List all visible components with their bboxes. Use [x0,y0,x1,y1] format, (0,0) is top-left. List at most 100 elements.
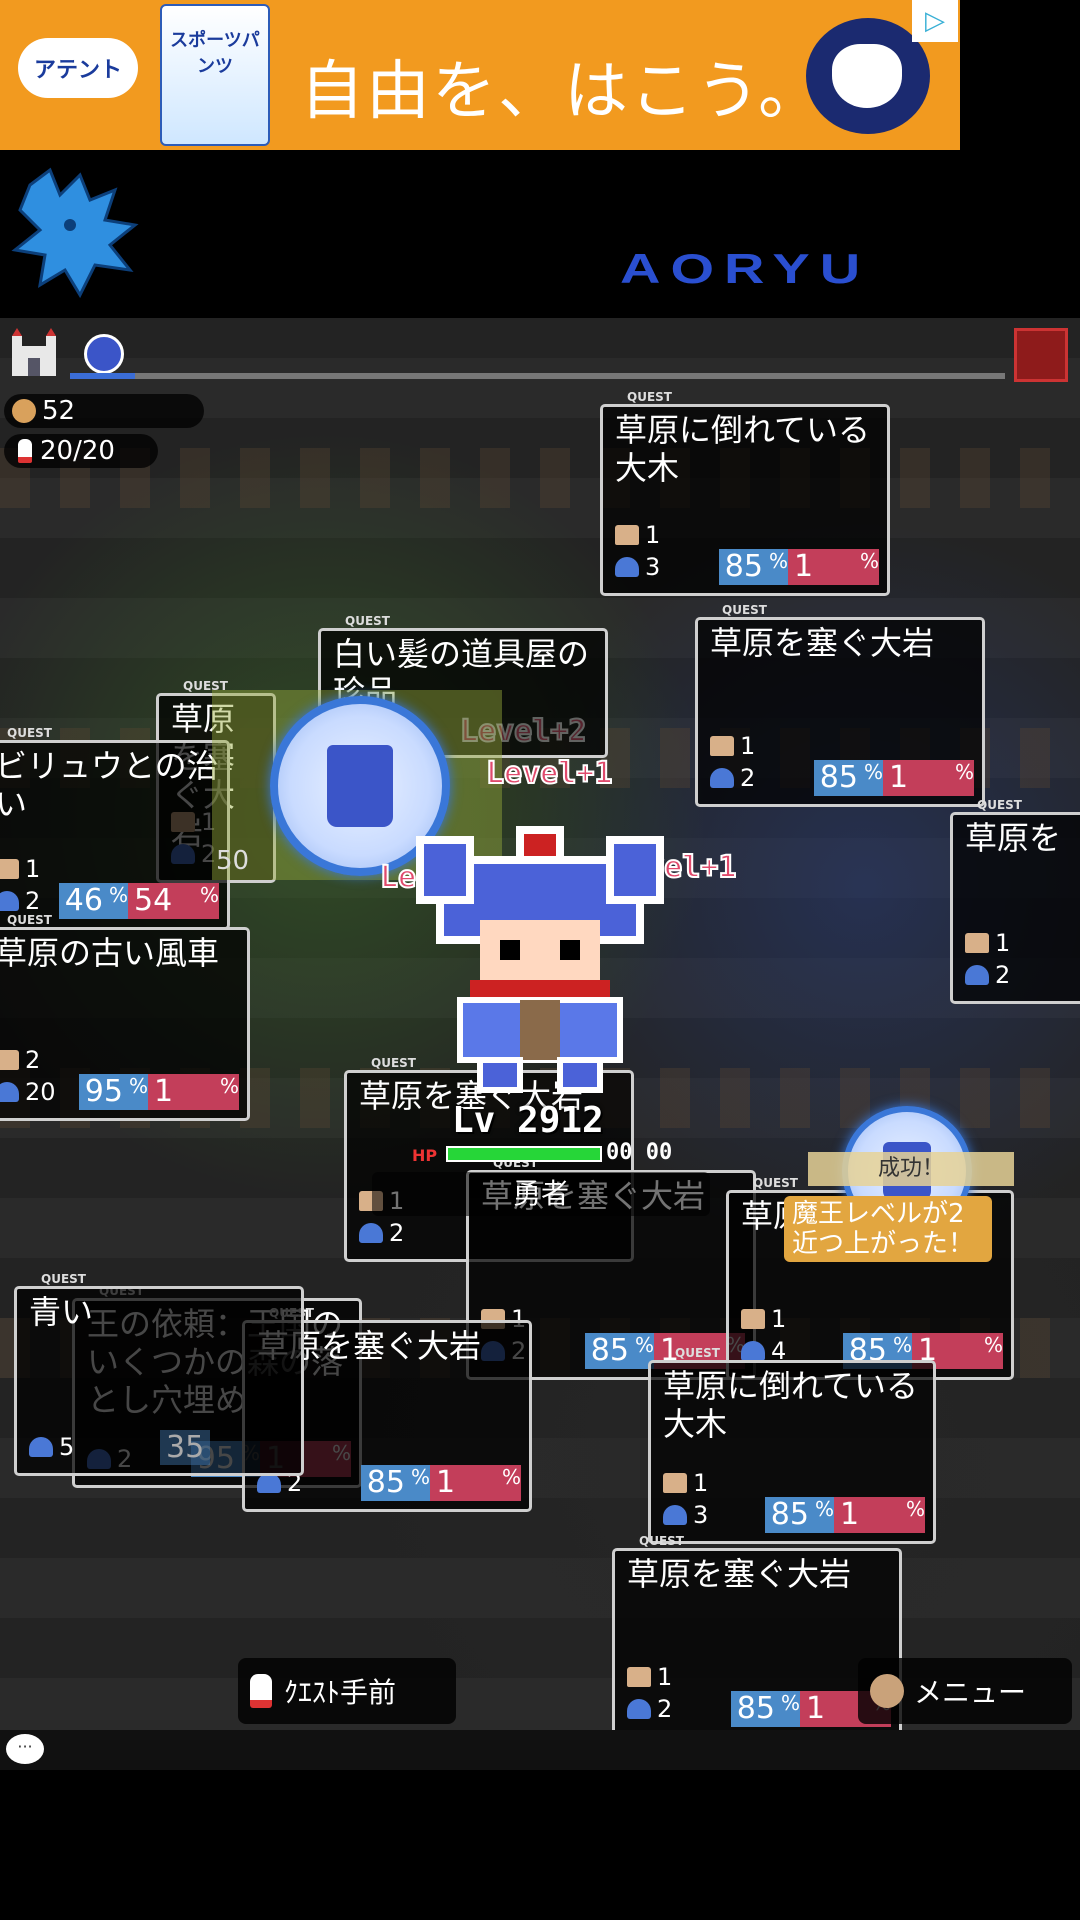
quest-counter: 20/20 [4,434,158,468]
party-size: 1 [0,855,40,883]
quest-rate: 95%1 % [78,1074,239,1110]
castle-icon [12,328,56,376]
hero-sprite-icon[interactable] [400,820,680,1100]
enemy-count: 3 [663,1501,708,1529]
success-rate: 95 [78,1074,129,1110]
quest-card[interactable]: QUEST 青い 5 [14,1272,304,1476]
quest-tag: QUEST [7,913,52,927]
party-size: 1 [710,732,755,760]
party-size: 2 [0,1046,40,1074]
quest-card[interactable]: QUEST 草原を塞ぐ大岩 1 2 85%1 % [695,603,985,807]
success-rate: 46 [58,883,109,919]
quest-rate: 85%1 % [718,549,879,585]
success-rate: 85 [718,549,769,585]
quest-title: 草原を [965,819,1062,857]
hp-value: 00 00 [606,1140,673,1165]
enemy-count: 2 [627,1695,672,1723]
quest-rate: 85%1 % [360,1465,521,1501]
quest-tag: QUEST [722,603,767,617]
risk-rate: 1 [787,549,860,585]
quest-tag: QUEST [675,1346,720,1360]
success-rate: 85 [813,760,864,796]
demon-level-toast: 魔王レベルが2近つ上がった！ [784,1196,992,1262]
quest-tag: QUEST [627,390,672,404]
quest-title: 草原を塞ぐ大岩 [710,624,935,662]
hero-progress-marker-icon [84,334,124,374]
quest-title: 草原に倒れている大木 [615,411,871,487]
hero-portrait-icon [327,745,393,827]
quest-title: 草原の古い風車 [0,934,220,972]
ad-product-image: スポーツパンツ [160,4,270,146]
quest-title: ビリュウとの治い [0,747,219,823]
quest-flag-icon [250,1674,272,1708]
success-toast: 成功！ [808,1152,1014,1186]
hp-label: HP [412,1146,438,1165]
party-size: 1 [615,521,660,549]
enemy-count: 5 [29,1433,74,1461]
enemy-count: 2 [965,961,1010,989]
app-logo-text: AORYU [620,244,871,292]
quest-card[interactable]: QUEST 草原を 1 2 [950,798,1080,1004]
risk-rate: 54 [127,883,200,919]
coin-count: 52 [42,396,76,426]
quest-card[interactable]: QUEST 草原に倒れている大木 1 3 85% 1 % [600,390,890,596]
quest-tag: QUEST [7,726,52,740]
quest-card[interactable]: QUEST 草原に倒れている大木 1 3 85% 1 % [648,1346,936,1544]
progress-fill [70,373,136,379]
risk-rate: 1 [429,1465,502,1501]
party-size: 1 [965,929,1010,957]
success-rate: 85 [764,1497,815,1533]
quest-tag: QUEST [753,1176,798,1190]
risk-rate: 1 [833,1497,906,1533]
quest-prev-button[interactable]: ｸｴｽﾄ手前 [238,1658,456,1724]
quest-tag: QUEST [345,614,390,628]
ghost-number: 35 [160,1430,211,1465]
progress-track [70,373,1005,379]
hero-level: Lv 2912 [452,1100,604,1141]
ad-brand-logo: アテント [18,38,138,98]
level-up-text: Level+2 [459,713,587,750]
hero-name: 勇者 [372,1172,710,1216]
hp-bar [446,1146,602,1162]
dragon-logo-icon [11,167,139,299]
stage-progress [0,318,1080,390]
quest-title: 草原に倒れている大木 [663,1367,919,1443]
enemy-count: 2 [0,887,40,915]
coin-icon [12,399,36,423]
quest-rate: 46% 54 % [58,883,219,919]
coin-counter: 52 [4,394,204,428]
party-size: 1 [627,1663,672,1691]
chat-bar[interactable] [0,1730,1080,1770]
ad-banner[interactable]: アテント スポーツパンツ 自由を、はこう。 ▷ [0,0,960,150]
level-up-text: Level+1 [485,755,613,792]
quest-title: 草原を塞ぐ大岩 [627,1555,852,1593]
party-size: 1 [741,1305,786,1333]
quest-rate: 85%1 % [764,1497,925,1533]
ad-choices-icon[interactable]: ▷ [912,0,958,42]
enemy-count: 3 [615,553,660,581]
quest-title: 青い [29,1293,94,1331]
demon-lord-icon [1014,328,1068,382]
quest-card[interactable]: QUEST ビリュウとの治い 1 2 46% 54 % [0,726,230,930]
success-rate: 85 [360,1465,411,1501]
enemy-count: 2 [359,1219,404,1247]
quest-tag: QUEST [639,1534,684,1548]
enemy-count: 20 [0,1078,56,1106]
chat-bubble-icon[interactable]: ··· [6,1734,44,1764]
menu-button[interactable]: メニュー [858,1658,1072,1724]
menu-label: メニュー [914,1676,1027,1709]
menu-pouch-icon [870,1674,904,1708]
ad-slogan: 自由を、はこう。 [300,55,825,129]
quest-flag-icon [18,439,32,463]
ghost-number: 50 [216,846,250,876]
risk-rate: 1 [147,1074,220,1110]
quest-tag: QUEST [41,1272,86,1286]
quest-prev-label: ｸｴｽﾄ手前 [284,1676,397,1709]
quest-count: 20/20 [40,436,115,466]
quest-rate: 85%1 % [813,760,974,796]
risk-rate: 1 [882,760,955,796]
success-rate: 85 [584,1333,635,1369]
quest-tag: QUEST [977,798,1022,812]
success-rate: 85 [730,1691,781,1727]
quest-card[interactable]: QUEST 草原の古い風車 2 20 95% 1 % [0,913,250,1121]
